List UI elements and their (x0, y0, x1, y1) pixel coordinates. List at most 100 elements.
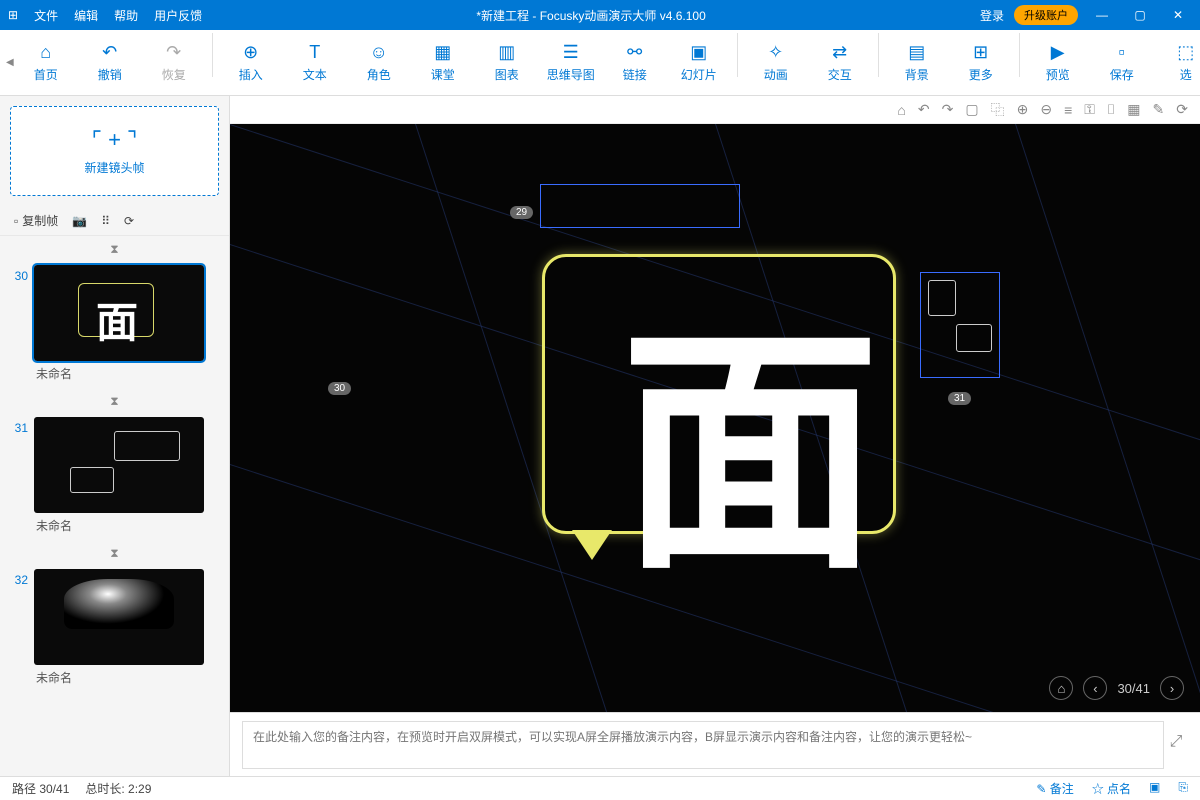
status-duration: 总时长: 2:29 (85, 780, 151, 797)
frame-tag-29: 29 (510, 206, 533, 219)
thumb-label: 未命名 (34, 361, 221, 386)
canvastool-11[interactable]: ✎ (1153, 101, 1165, 118)
保存-icon: ▫ (1112, 42, 1132, 62)
canvastool-12[interactable]: ⟳ (1176, 101, 1188, 118)
canvastool-10[interactable]: ▦ (1127, 101, 1140, 118)
链接-icon: ⚯ (625, 42, 645, 62)
close-button[interactable]: ✕ (1164, 8, 1192, 22)
toolbar-文本[interactable]: T文本 (283, 33, 347, 93)
window-title: *新建工程 - Focusky动画演示大师 v4.6.100 (202, 7, 980, 24)
toolbar-恢复[interactable]: ↷恢复 (142, 33, 206, 93)
动画-icon: ✧ (766, 42, 786, 62)
toolbar-插入[interactable]: ⊕插入 (219, 33, 283, 93)
图表-icon: ▥ (497, 42, 517, 62)
nav-next-button[interactable]: › (1160, 676, 1184, 700)
canvastool-2[interactable]: ↷ (942, 101, 954, 118)
toolbar-角色[interactable]: ☺角色 (347, 33, 411, 93)
thumb-number: 31 (8, 417, 28, 435)
canvastool-1[interactable]: ↶ (918, 101, 930, 118)
notes-expand-icon[interactable]: ⤢ (1164, 721, 1188, 751)
status-folder-icon[interactable]: ▣ (1149, 780, 1160, 797)
toolbar-图表[interactable]: ▥图表 (475, 33, 539, 93)
transition-icon[interactable]: ⧗ (0, 392, 229, 411)
toolbar-选[interactable]: ⬚选 (1154, 33, 1200, 93)
toolbar-更多[interactable]: ⊞更多 (949, 33, 1013, 93)
nav-home-icon[interactable]: ⌂ (1049, 676, 1073, 700)
canvastool-5[interactable]: ⊕ (1017, 101, 1029, 118)
transition-icon[interactable]: ⧗ (0, 544, 229, 563)
thumb-32[interactable] (34, 569, 204, 665)
恢复-icon: ↷ (164, 42, 184, 62)
角色-icon: ☺ (369, 42, 389, 62)
toolbar-预览[interactable]: ▶预览 (1026, 33, 1090, 93)
canvastool-0[interactable]: ⌂ (897, 102, 905, 118)
thumb-label: 未命名 (34, 665, 221, 690)
思维导图-icon: ☰ (561, 42, 581, 62)
status-roll-button[interactable]: ☆ 点名 (1092, 780, 1131, 797)
thumb-number: 30 (8, 265, 28, 283)
nav-counter: 30/41 (1117, 681, 1150, 696)
new-frame-button[interactable]: ⌜ + ⌝ 新建镜头帧 (10, 106, 219, 196)
toolbar-课堂[interactable]: ▦课堂 (411, 33, 475, 93)
canvas-area: ◀ ⌂↶↷▢⿻⊕⊖≡⚿⌷▦✎⟳ 29 30 31 面 ⌂ ‹ 30/41 › (230, 96, 1200, 776)
toolbar-保存[interactable]: ▫保存 (1090, 33, 1154, 93)
menu-feedback[interactable]: 用户反馈 (154, 7, 202, 24)
notes-panel: ⤢ (230, 712, 1200, 776)
thumb-30[interactable]: 面 (34, 265, 204, 361)
toolbar-首页[interactable]: ⌂首页 (14, 33, 78, 93)
撤销-icon: ↶ (100, 42, 120, 62)
canvastool-4[interactable]: ⿻ (991, 100, 1005, 120)
notes-input[interactable] (242, 721, 1164, 769)
toolbar: ◀ ⌂首页↶撤销↷恢复⊕插入T文本☺角色▦课堂▥图表☰思维导图⚯链接▣幻灯片✧动… (0, 30, 1200, 96)
toolbar-幻灯片[interactable]: ▣幻灯片 (667, 33, 731, 93)
plus-icon: ⌜ + ⌝ (92, 127, 138, 153)
toolbar-撤销[interactable]: ↶撤销 (78, 33, 142, 93)
menu-help[interactable]: 帮助 (114, 7, 138, 24)
maximize-button[interactable]: ▢ (1126, 8, 1154, 22)
canvastool-7[interactable]: ≡ (1064, 102, 1072, 118)
插入-icon: ⊕ (241, 42, 261, 62)
文本-icon: T (305, 42, 325, 62)
nav-prev-button[interactable]: ‹ (1083, 676, 1107, 700)
交互-icon: ⇄ (830, 42, 850, 62)
thumb-number: 32 (8, 569, 28, 587)
toolbar-思维导图[interactable]: ☰思维导图 (539, 33, 603, 93)
login-link[interactable]: 登录 (980, 7, 1004, 24)
toolbar-collapse[interactable]: ◀ (6, 57, 14, 68)
app-icon: ⊞ (8, 8, 18, 22)
status-note-button[interactable]: ✎ 备注 (1036, 780, 1073, 797)
camera-button[interactable]: 📷 (72, 214, 87, 228)
预览-icon: ▶ (1048, 42, 1068, 62)
canvastool-8[interactable]: ⚿ (1084, 101, 1095, 118)
幻灯片-icon: ▣ (689, 42, 709, 62)
main-glyph: 面 (620, 324, 880, 584)
toolbar-链接[interactable]: ⚯链接 (603, 33, 667, 93)
课堂-icon: ▦ (433, 42, 453, 62)
thumb-31[interactable] (34, 417, 204, 513)
copy-frame-button[interactable]: ▫ 复制帧 (14, 212, 58, 229)
minimize-button[interactable]: ― (1088, 8, 1116, 22)
upgrade-button[interactable]: 升级账户 (1014, 5, 1078, 25)
qr-button[interactable]: ⠿ (101, 214, 110, 228)
toolbar-背景[interactable]: ▤背景 (885, 33, 949, 93)
canvastool-6[interactable]: ⊖ (1040, 101, 1052, 118)
new-frame-label: 新建镜头帧 (84, 159, 144, 176)
首页-icon: ⌂ (36, 42, 56, 62)
canvastool-9[interactable]: ⌷ (1107, 101, 1115, 118)
thumb-label: 未命名 (34, 513, 221, 538)
canvastool-3[interactable]: ▢ (965, 101, 978, 118)
menu-file[interactable]: 文件 (34, 7, 58, 24)
canvas-nav: ⌂ ‹ 30/41 › (1049, 676, 1184, 700)
toolbar-交互[interactable]: ⇄交互 (808, 33, 872, 93)
status-open-icon[interactable]: ⎘ (1178, 780, 1188, 797)
menu-edit[interactable]: 编辑 (74, 7, 98, 24)
refresh-button[interactable]: ⟳ (124, 214, 134, 228)
canvas[interactable]: 29 30 31 面 ⌂ ‹ 30/41 › (230, 124, 1200, 712)
transition-icon[interactable]: ⧗ (0, 240, 229, 259)
frame-tag-30: 30 (328, 382, 351, 395)
更多-icon: ⊞ (971, 42, 991, 62)
toolbar-动画[interactable]: ✧动画 (744, 33, 808, 93)
titlebar: ⊞ 文件 编辑 帮助 用户反馈 *新建工程 - Focusky动画演示大师 v4… (0, 0, 1200, 30)
frame-tag-31: 31 (948, 392, 971, 405)
status-path: 路径 30/41 (12, 780, 69, 797)
